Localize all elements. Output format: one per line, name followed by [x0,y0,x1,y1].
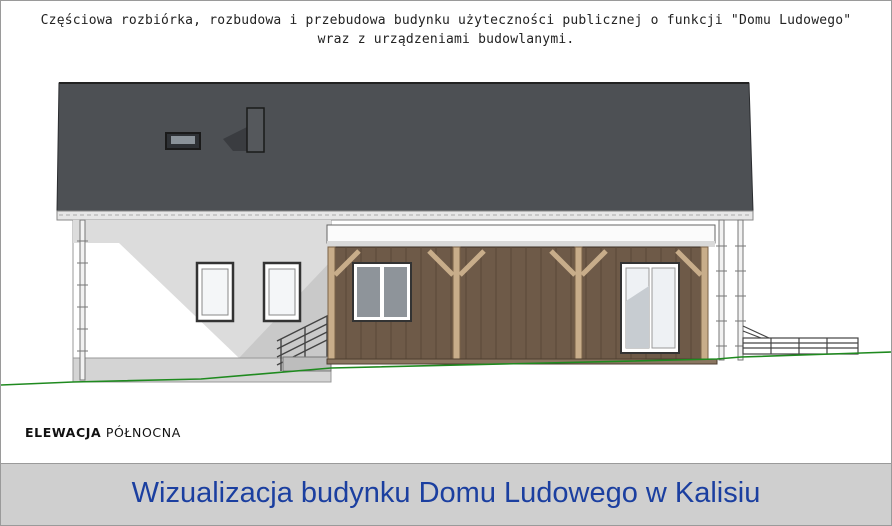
window-left-2 [262,261,302,323]
window-wood-section [352,262,412,322]
downpipe-right-2 [737,219,744,361]
glazed-door [620,262,680,354]
veranda-beam-shadow [327,241,715,247]
footer-banner: Wizualizacja budynku Domu Ludowego w Kal… [1,463,891,525]
elevation-label-regular: PÓŁNOCNA [105,425,181,440]
chimney [246,107,265,153]
building-elevation-drawing [1,82,891,386]
skylight-glass [171,136,195,144]
downpipe-right-1 [718,219,725,361]
footer-title: Wizualizacja budynku Domu Ludowego w Kal… [131,477,761,509]
roof [56,82,754,212]
garden-fence [742,325,859,355]
page-frame: Częściowa rozbiórka, rozbudowa i przebud… [0,0,892,526]
downpipe-left [79,219,86,381]
elevation-label-bold: ELEWACJA [25,425,102,440]
elevation-label: ELEWACJA PÓŁNOCNA [25,425,181,440]
window-left-1 [195,261,235,323]
veranda-beam [326,224,716,244]
